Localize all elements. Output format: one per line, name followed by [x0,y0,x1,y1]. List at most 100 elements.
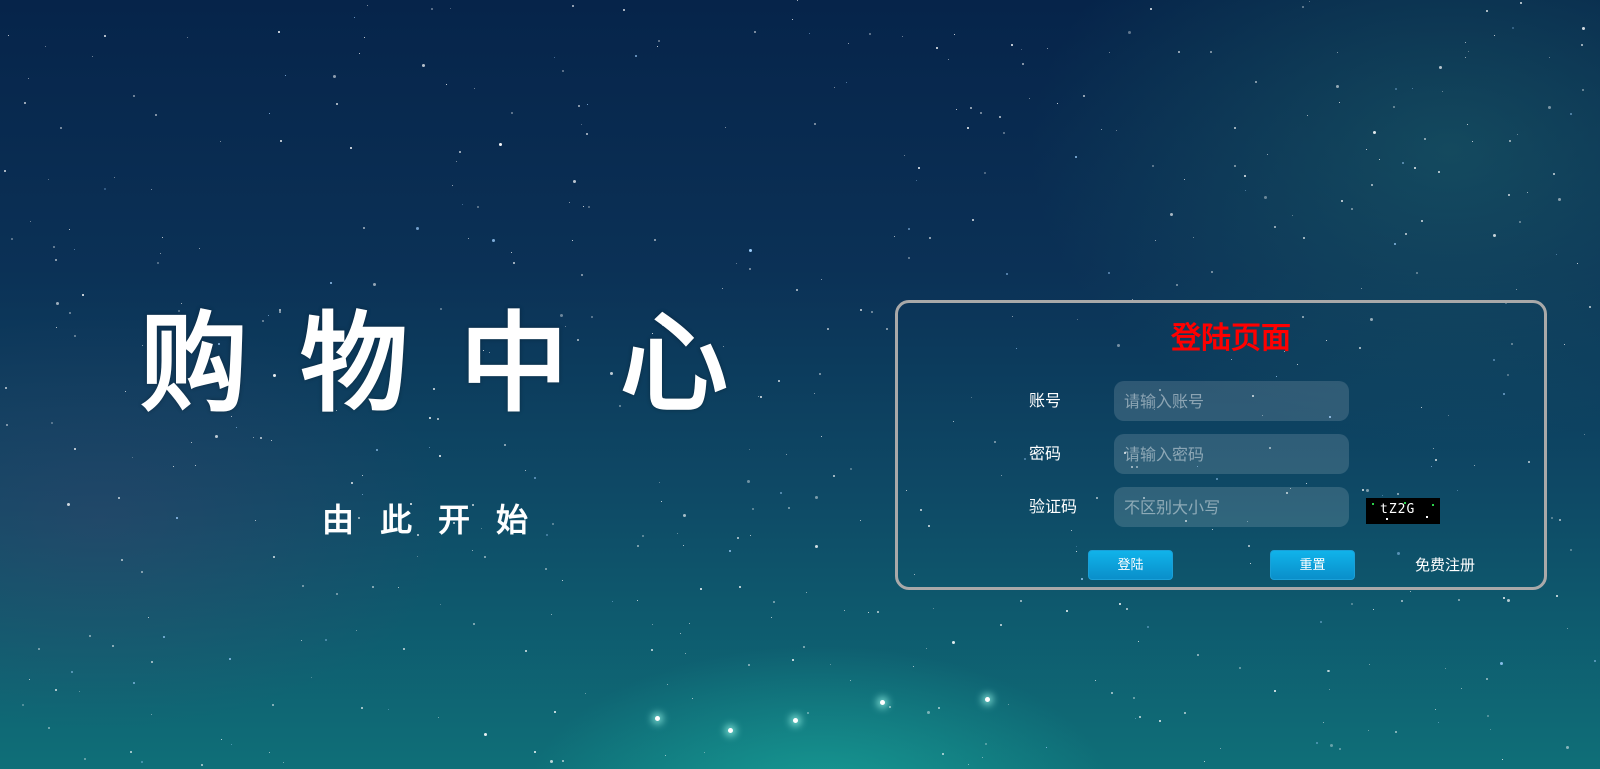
account-input[interactable] [1114,381,1349,421]
star [132,457,133,458]
star [56,302,59,305]
star [1564,344,1565,345]
star [1320,621,1322,623]
star [749,449,750,450]
star [572,240,573,241]
star [336,103,338,105]
star [1336,85,1339,88]
star [927,711,930,714]
star [1176,284,1178,286]
star [588,206,590,208]
star [1178,51,1180,53]
captcha-image[interactable]: tZ2G [1366,498,1440,524]
password-input[interactable] [1114,434,1349,474]
star [1368,730,1369,731]
star [780,492,782,494]
star [1309,1,1310,2]
star [336,593,338,595]
star [1046,747,1047,748]
star [48,727,50,729]
star [74,249,75,250]
captcha-input[interactable] [1114,487,1349,527]
star [1438,722,1439,723]
star [737,537,739,539]
star [361,707,363,709]
star [585,693,586,694]
star [1337,52,1338,53]
star [1508,194,1510,196]
star [1379,159,1380,160]
star [551,614,552,615]
star [301,640,302,641]
star [1119,603,1121,605]
starry-sky-background: 购物中心 由此开始 登陆页面 账号 密码 验证码 tZ2G 登陆 重置 免费注册 [0,0,1600,769]
star [362,475,363,476]
star [918,167,920,169]
star [1147,626,1149,628]
star [908,228,910,230]
star [450,8,451,9]
star [176,517,178,519]
star [511,252,512,253]
star [889,706,891,708]
star [229,658,231,660]
star [148,617,149,618]
star [1458,599,1460,601]
star [1507,599,1510,602]
star [272,704,274,706]
star [69,229,70,230]
star [477,206,479,208]
star [1152,165,1154,167]
star [1150,8,1152,10]
star [356,630,357,631]
star [376,449,378,451]
star [1307,115,1308,116]
star [1486,10,1488,12]
star [1135,718,1136,719]
star [797,0,798,1]
star [1438,171,1440,173]
star [968,764,969,765]
star [55,259,57,261]
star [1021,49,1022,50]
star [1139,716,1141,718]
star [587,104,588,105]
star [1234,165,1236,167]
star [273,556,275,558]
star [984,172,986,174]
star [916,180,917,181]
login-button[interactable]: 登陆 [1088,550,1173,580]
star [1566,746,1569,749]
star [278,31,280,33]
star [438,717,439,718]
star [74,448,76,450]
star [894,236,895,237]
star [736,263,737,264]
star [92,56,93,57]
star [330,282,332,284]
star [38,648,40,650]
bright-star [793,718,798,723]
star [886,328,888,330]
star [814,123,816,125]
star [253,437,254,438]
star [1465,57,1466,58]
star [417,556,418,557]
star [1011,44,1013,46]
star [1371,184,1373,186]
star [53,246,55,248]
star [69,312,71,314]
star [1589,306,1591,308]
star [754,31,756,33]
star [1467,124,1468,125]
star [474,88,475,89]
star [750,535,751,536]
reset-button[interactable]: 重置 [1270,550,1355,580]
star [871,311,873,313]
star [623,9,625,11]
star [1414,167,1416,169]
star [104,188,106,190]
bright-star [985,697,990,702]
register-link[interactable]: 免费注册 [1415,556,1475,574]
password-label: 密码 [1029,444,1062,463]
